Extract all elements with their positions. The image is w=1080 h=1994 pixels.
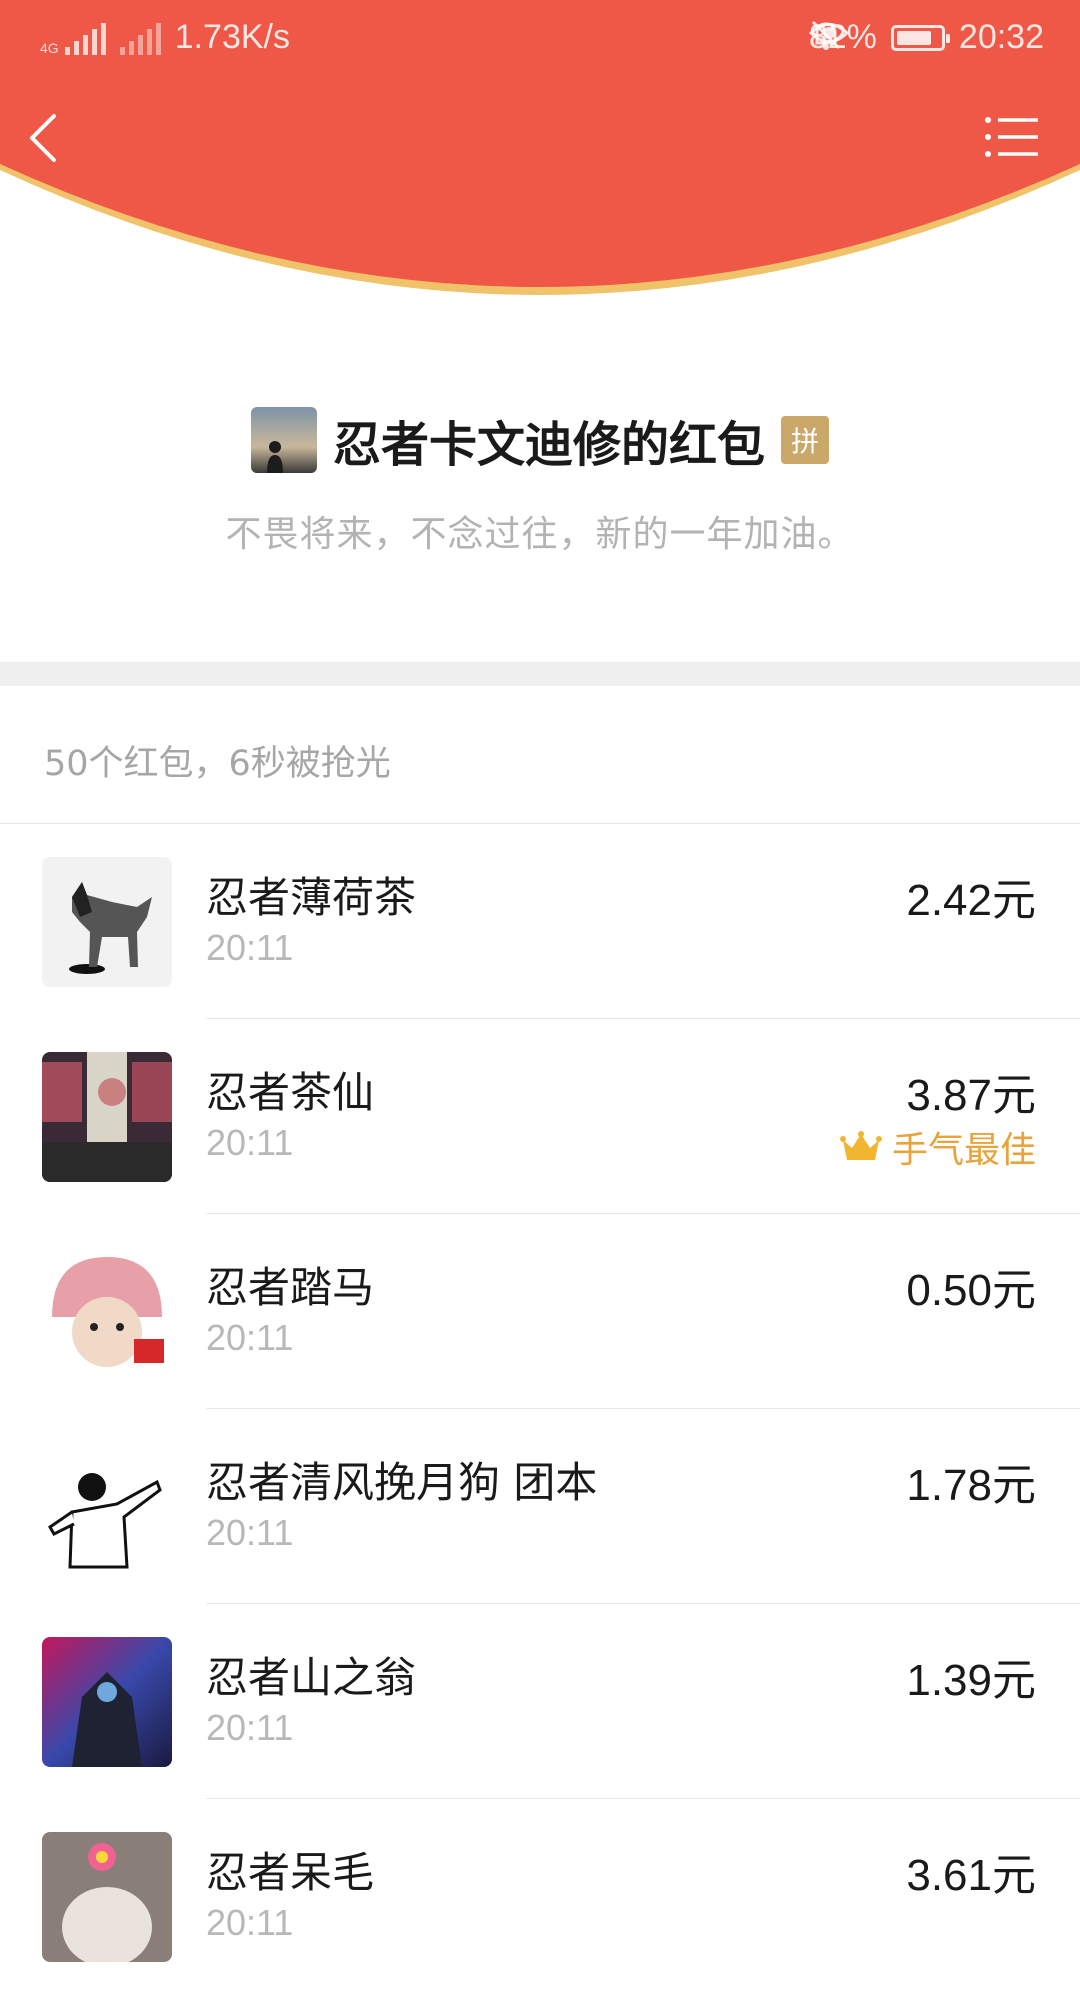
- claim-time: 20:11: [206, 1512, 294, 1553]
- list-item[interactable]: 忍者清风挽月狗 团本 20:11 1.78元: [0, 1409, 1080, 1604]
- list-item[interactable]: 忍者踏马 20:11 0.50元: [0, 1214, 1080, 1409]
- crown-icon: [839, 1131, 882, 1160]
- red-packet-header: 4G 1.73K/s 82% 20:32: [0, 0, 1080, 325]
- claimer-name: 忍者薄荷茶: [206, 873, 417, 922]
- claim-amount: 3.87元: [906, 1071, 1036, 1120]
- list-item[interactable]: 忍者茶仙 20:11 3.87元 手气最佳: [0, 1019, 1080, 1214]
- chevron-left-icon: [30, 114, 56, 162]
- list-item[interactable]: 忍者呆毛 20:11 3.61元: [0, 1799, 1080, 1994]
- claim-summary: 50个红包，6秒被抢光: [44, 744, 391, 784]
- section-divider: [0, 662, 1080, 686]
- claim-amount: 1.78元: [906, 1461, 1036, 1510]
- claimer-name: 忍者清风挽月狗 团本: [206, 1458, 598, 1507]
- avatar: [42, 1247, 172, 1377]
- claim-time: 20:11: [206, 927, 294, 968]
- list-menu-icon: [985, 117, 1038, 157]
- best-luck-label: 手气最佳: [891, 1130, 1036, 1171]
- claim-amount: 1.39元: [906, 1656, 1036, 1705]
- claimer-name: 忍者山之翁: [206, 1653, 417, 1702]
- claim-list: 忍者薄荷茶 20:11 2.42元 忍者茶仙 20:11 3.87元 手气最佳: [0, 824, 1080, 1994]
- claim-time: 20:11: [206, 1122, 294, 1163]
- claimer-name: 忍者茶仙: [206, 1068, 375, 1117]
- network-type-label: 4G: [40, 39, 59, 56]
- network-speed: 1.73K/s: [174, 18, 290, 56]
- more-menu-button[interactable]: [982, 112, 1042, 162]
- best-luck-badge: 手气最佳: [839, 1121, 1036, 1173]
- avatar: [42, 1832, 172, 1962]
- status-time: 20:32: [958, 18, 1044, 56]
- claim-amount: 2.42元: [906, 876, 1036, 925]
- sender-message: 不畏将来，不念过往，新的一年加油。: [225, 514, 855, 555]
- sender-avatar[interactable]: [250, 407, 317, 473]
- group-packet-badge: 拼: [781, 416, 829, 464]
- claim-time: 20:11: [206, 1707, 294, 1748]
- cell-signal-2-icon: [119, 21, 161, 55]
- list-item[interactable]: 忍者山之翁 20:11 1.39元: [0, 1604, 1080, 1799]
- cell-signal-icon: 4G: [40, 21, 106, 55]
- sender-info: 忍者卡文迪修的红包 拼 不畏将来，不念过往，新的一年加油。: [0, 405, 1080, 557]
- status-bar: 4G 1.73K/s 82% 20:32: [0, 0, 1080, 78]
- claim-time: 20:11: [206, 1317, 294, 1358]
- claim-amount: 0.50元: [906, 1266, 1036, 1315]
- back-button[interactable]: [22, 110, 66, 166]
- silent-bell-icon: [811, 20, 840, 50]
- battery-icon: [890, 24, 950, 51]
- list-item[interactable]: 忍者薄荷茶 20:11 2.42元: [0, 824, 1080, 1019]
- sender-title: 忍者卡文迪修的红包: [332, 417, 765, 473]
- avatar: [42, 1052, 172, 1182]
- claim-time: 20:11: [206, 1902, 294, 1943]
- avatar: [42, 857, 172, 987]
- claim-amount: 3.61元: [906, 1851, 1036, 1900]
- avatar: [42, 1637, 172, 1767]
- claimer-name: 忍者踏马: [206, 1263, 375, 1312]
- claimer-name: 忍者呆毛: [206, 1848, 375, 1897]
- avatar: [42, 1442, 172, 1572]
